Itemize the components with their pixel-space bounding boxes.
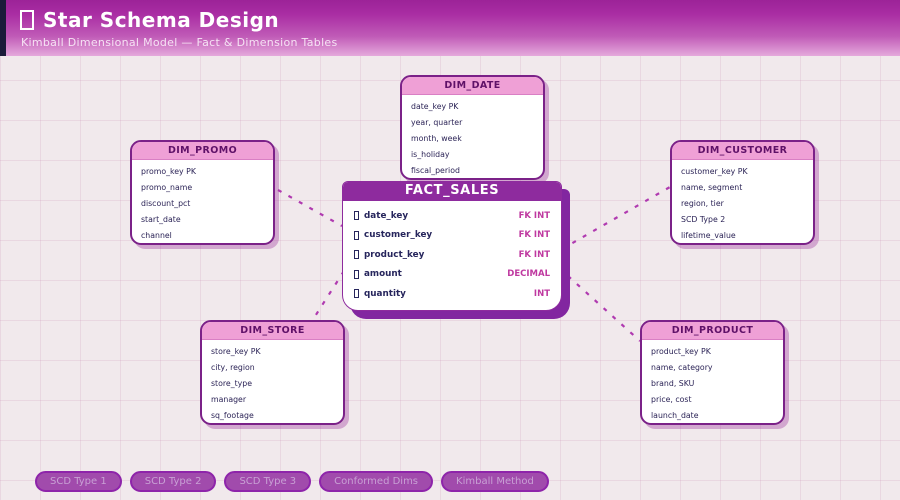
field-type: FK INT [518, 249, 550, 260]
table-row: promo_key PK [141, 167, 196, 176]
table-row: brand, SKU [651, 379, 695, 388]
table-dim-promo[interactable]: DIM_PROMO promo_key PK promo_name discou… [130, 140, 275, 245]
table-row: channel [141, 231, 172, 240]
table-title: DIM_CUSTOMER [672, 142, 813, 160]
header-accent-strip [0, 0, 6, 56]
table-row: product_key PK [651, 347, 711, 356]
table-row: name, category [651, 363, 713, 372]
connector-fact-customer [561, 186, 671, 250]
table-title: FACT_SALES [343, 182, 561, 201]
key-icon [354, 230, 359, 240]
table-row: manager [211, 395, 247, 404]
table-title: DIM_DATE [402, 77, 543, 95]
field-name: quantity [364, 288, 406, 299]
table-row: lifetime_value [681, 231, 736, 240]
field-type: FK INT [518, 230, 550, 241]
app-header: Star Schema Design Kimball Dimensional M… [0, 0, 900, 56]
connector-fact-store [311, 270, 345, 322]
legend-badges: SCD Type 1 SCD Type 2 SCD Type 3 Conform… [35, 471, 549, 492]
table-row: store_key PK [211, 347, 261, 356]
badge-scd-type-3: SCD Type 3 [224, 471, 312, 492]
field-name: amount [364, 269, 402, 280]
field-name: product_key [364, 249, 425, 260]
key-icon [354, 289, 359, 299]
table-row: amount DECIMAL [343, 265, 561, 285]
field-name: customer_key [364, 230, 433, 241]
table-row: start_date [141, 215, 181, 224]
table-row: fiscal_period [411, 166, 460, 175]
table-row: price, cost [651, 395, 692, 404]
table-row: quantity INT [343, 284, 561, 304]
table-row: discount_pct [141, 199, 191, 208]
page-subtitle: Kimball Dimensional Model — Fact & Dimen… [21, 36, 338, 49]
table-title: DIM_PRODUCT [642, 322, 783, 340]
badge-scd-type-2: SCD Type 2 [129, 471, 217, 492]
table-title: DIM_PROMO [132, 142, 273, 160]
table-row: promo_name [141, 183, 193, 192]
field-name: date_key [364, 210, 409, 221]
table-row: sq_footage [211, 411, 254, 420]
table-dim-date[interactable]: DIM_DATE date_key PK year, quarter month… [400, 75, 545, 180]
table-row: region, tier [681, 199, 724, 208]
table-row: is_holiday [411, 150, 450, 159]
star-icon [20, 10, 34, 30]
badge-conformed-dims: Conformed Dims [319, 471, 434, 492]
table-row: SCD Type 2 [681, 215, 726, 224]
table-row: customer_key PK [681, 167, 748, 176]
field-type: FK INT [518, 210, 550, 221]
key-icon [354, 250, 359, 260]
field-type: INT [533, 288, 550, 299]
table-dim-product[interactable]: DIM_PRODUCT product_key PK name, categor… [640, 320, 785, 425]
table-title: DIM_STORE [202, 322, 343, 340]
table-row: store_type [211, 379, 253, 388]
table-row: date_key FK INT [343, 206, 561, 226]
table-row: year, quarter [411, 118, 463, 127]
key-icon [354, 211, 359, 221]
field-type: DECIMAL [507, 269, 550, 280]
table-row: date_key PK [411, 102, 459, 111]
table-row: name, segment [681, 183, 743, 192]
table-row: customer_key FK INT [343, 226, 561, 246]
table-row: city, region [211, 363, 255, 372]
table-dim-store[interactable]: DIM_STORE store_key PK city, region stor… [200, 320, 345, 425]
badge-kimball-method: Kimball Method [441, 471, 549, 492]
connector-fact-product [567, 275, 641, 342]
table-row: month, week [411, 134, 462, 143]
badge-scd-type-1: SCD Type 1 [35, 471, 122, 492]
table-fact-sales[interactable]: FACT_SALES date_key FK INT customer_key … [342, 181, 562, 311]
page-title: Star Schema Design [43, 8, 280, 32]
table-dim-customer[interactable]: DIM_CUSTOMER customer_key PK name, segme… [670, 140, 815, 245]
table-row: product_key FK INT [343, 245, 561, 265]
table-row: launch_date [651, 411, 699, 420]
key-icon [354, 269, 359, 279]
connector-promo-fact [277, 189, 343, 227]
